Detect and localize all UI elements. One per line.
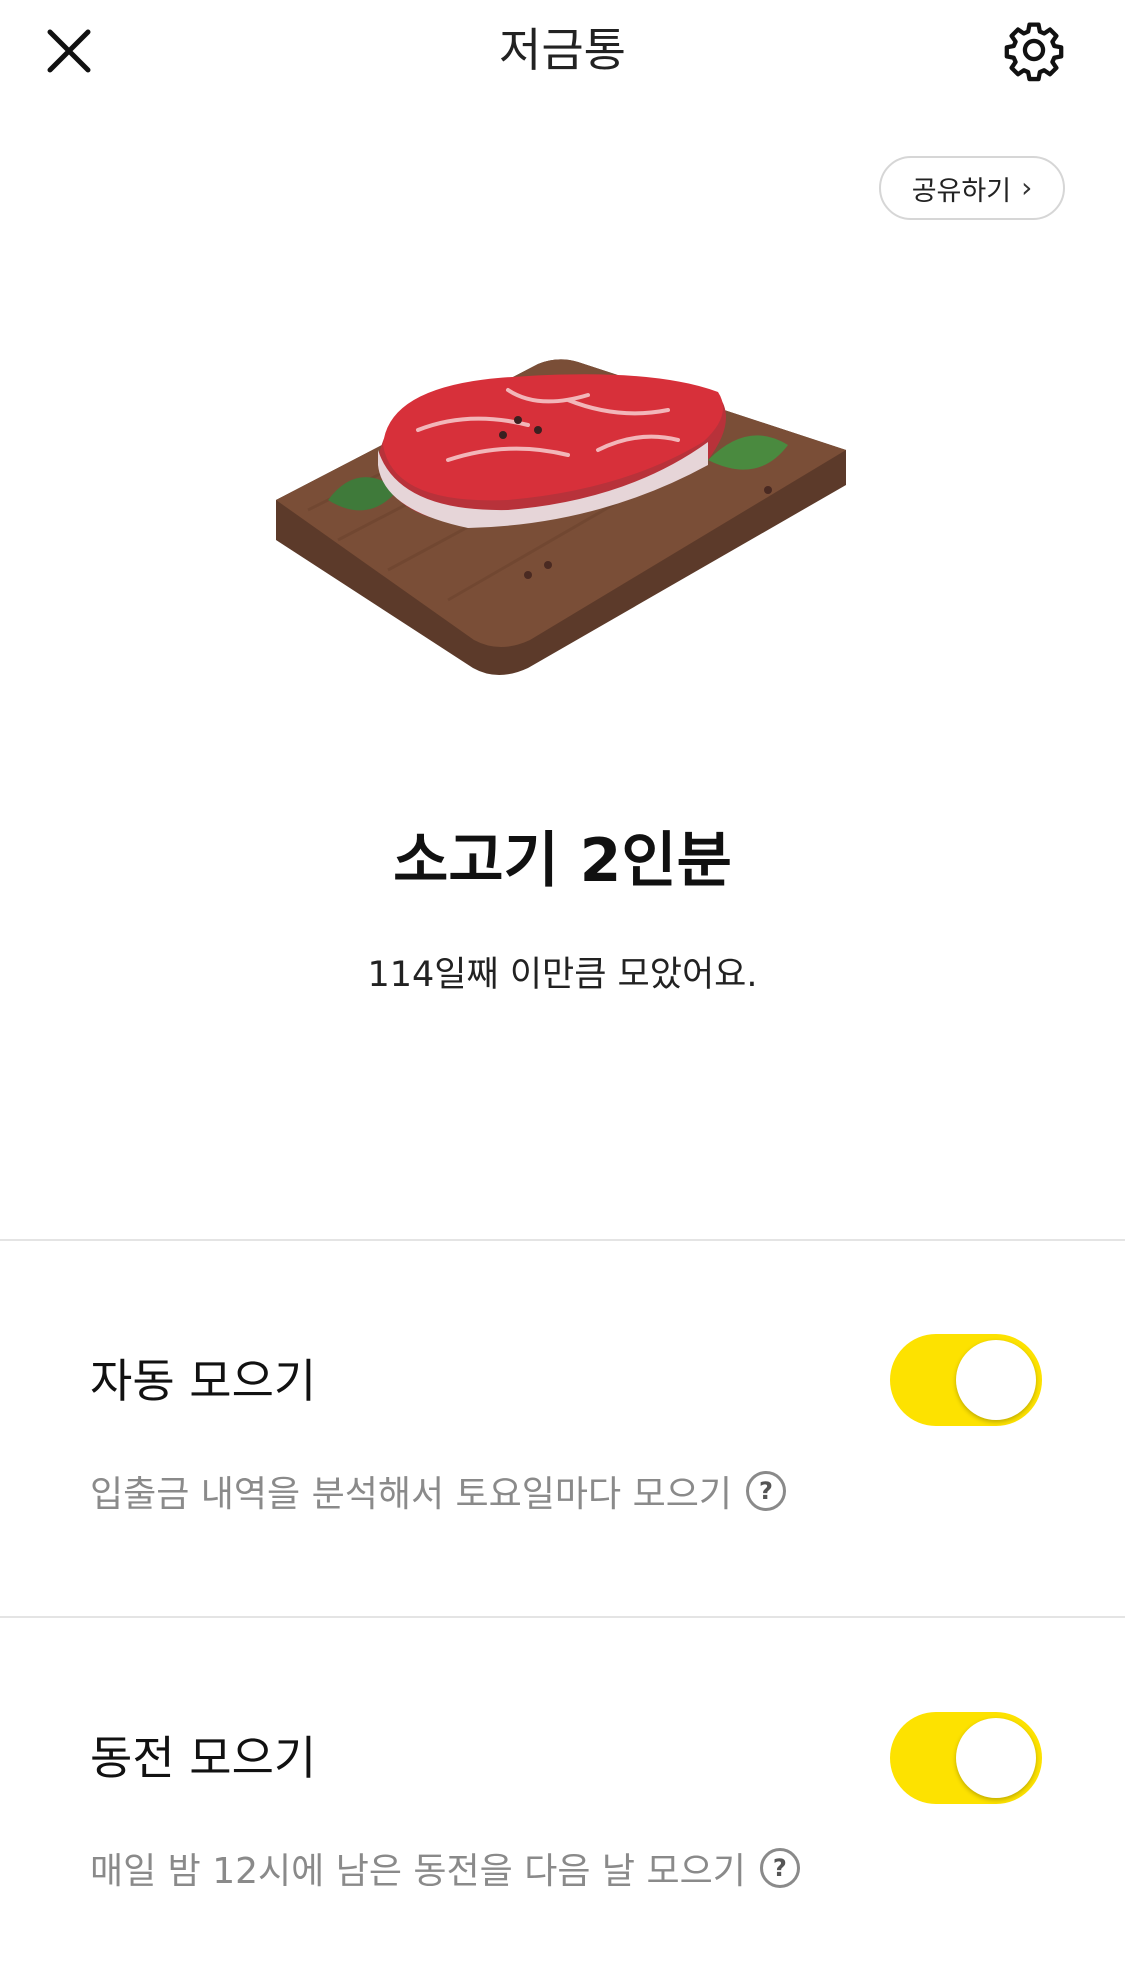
auto-save-description: 입출금 내역을 분석해서 토요일마다 모으기 ? [90, 1465, 786, 1517]
meat-illustration [276, 359, 846, 675]
coin-save-desc-text: 매일 밤 12시에 남은 동전을 다음 날 모으기 [90, 1851, 746, 1892]
divider [0, 1239, 1125, 1241]
auto-save-toggle[interactable] [890, 1334, 1042, 1426]
toggle-knob [956, 1340, 1036, 1420]
chevron-right-icon: › [1021, 171, 1033, 204]
coin-save-toggle[interactable] [890, 1712, 1042, 1804]
help-icon[interactable]: ? [745, 1471, 786, 1511]
auto-save-desc-text: 입출금 내역을 분석해서 토요일마다 모으기 [90, 1474, 732, 1515]
page-title: 저금통 [499, 23, 626, 77]
coin-save-label: 동전 모으기 [90, 1731, 317, 1785]
toggle-knob [956, 1718, 1036, 1798]
share-button[interactable]: 공유하기 › [879, 156, 1065, 220]
divider [0, 1616, 1125, 1618]
help-icon[interactable]: ? [759, 1848, 800, 1888]
auto-save-label: 자동 모으기 [90, 1354, 317, 1408]
share-label: 공유하기 [911, 175, 1012, 207]
top-bar: 저금통 [0, 0, 1125, 100]
settings-button[interactable] [998, 14, 1070, 86]
goal-title: 소고기 2인분 [393, 826, 732, 896]
goal-subtitle: 114일째 이만큼 모았어요. [367, 955, 758, 995]
gear-icon [1004, 22, 1064, 82]
coin-save-description: 매일 밤 12시에 남은 동전을 다음 날 모으기 ? [90, 1842, 800, 1894]
